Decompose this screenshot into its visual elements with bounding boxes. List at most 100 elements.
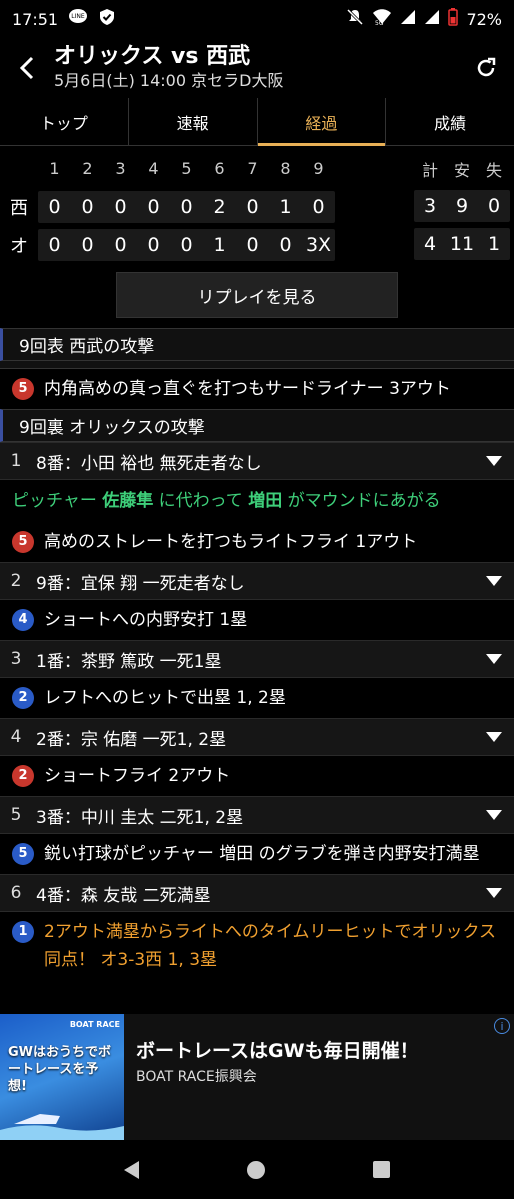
- pc-post: がマウンドにあがる: [282, 491, 441, 511]
- batter-row[interactable]: 5 3番：中川 圭太 二死1, 2塁: [0, 796, 514, 834]
- event-item: 5 高めのストレートを打つもライトフライ 1アウト: [0, 522, 514, 562]
- event-item: 5 内角高めの真っ直ぐを打つもサードライナー 3アウト: [0, 369, 514, 409]
- inning-score: 0: [180, 233, 193, 256]
- tab-live[interactable]: 速報: [129, 98, 258, 145]
- batter-order: 2: [10, 571, 22, 591]
- caret-down-icon: [486, 888, 502, 898]
- boat-illustration: [0, 1114, 124, 1140]
- event-text: ショートへの内野安打 1塁: [44, 610, 248, 630]
- event-text: 2アウト満塁からライトへのタイムリーヒットでオリックス同点！ オ3-3西 1, …: [44, 922, 496, 970]
- score-row-home: オ 0 0 0 0 0 1 0 0 3X: [0, 228, 335, 261]
- team-name-home: オ: [10, 235, 28, 257]
- batter-info: 4番：森 友哉 二死満塁: [36, 885, 211, 906]
- inning-number: 2: [82, 159, 93, 178]
- signal-icon-2: [424, 9, 440, 29]
- status-bar: 17:51 LINE 5G 72%: [0, 0, 514, 38]
- pc-new-pitcher: 増田: [248, 491, 283, 511]
- batter-row[interactable]: 2 9番：宜保 翔 一死走者なし: [0, 562, 514, 600]
- line-app-icon: LINE: [68, 8, 88, 30]
- inning-header-row: 1 2 3 4 5 6 7 8 9: [0, 152, 335, 185]
- inning-score: 0: [246, 195, 259, 218]
- expand-button[interactable]: [474, 888, 514, 898]
- event-text: 高めのストレートを打つもライトフライ 1アウト: [44, 532, 418, 552]
- ball-count-badge: 1: [12, 921, 34, 943]
- rhe-header: 安: [453, 160, 470, 180]
- mute-icon: [346, 8, 364, 30]
- inning-score: 1: [279, 195, 292, 218]
- expand-button[interactable]: [474, 732, 514, 742]
- collapsed-strip: [0, 361, 514, 369]
- inning-score: 3X: [305, 233, 332, 256]
- rhe-header: 計: [421, 160, 438, 180]
- pc-mid: に代わって: [153, 491, 249, 511]
- line-icon-text: LINE: [71, 13, 85, 20]
- back-button[interactable]: [0, 38, 54, 98]
- batter-info: 3番：中川 圭太 二死1, 2塁: [36, 807, 244, 828]
- inning-number: 7: [247, 159, 258, 178]
- event-item: 2 レフトへのヒットで出塁 1, 2塁: [0, 678, 514, 718]
- refresh-icon: [477, 57, 496, 77]
- inning-score: 0: [48, 233, 61, 256]
- rhe-away: 390: [414, 190, 510, 222]
- network-label: 5G: [375, 20, 384, 26]
- tab-top[interactable]: トップ: [0, 98, 129, 145]
- batter-row[interactable]: 1 8番：小田 裕也 無死走者なし: [0, 442, 514, 480]
- event-item-highlight: 1 2アウト満塁からライトへのタイムリーヒットでオリックス同点！ オ3-3西 1…: [0, 912, 514, 980]
- refresh-button[interactable]: [458, 38, 514, 98]
- expand-button[interactable]: [474, 576, 514, 586]
- inning-score: 0: [279, 233, 292, 256]
- batter-row[interactable]: 4 2番：宗 佑磨 一死1, 2塁: [0, 718, 514, 756]
- ball-count-badge: 5: [12, 531, 34, 553]
- inning-number: 9: [313, 159, 324, 178]
- ball-count-badge: 2: [12, 687, 34, 709]
- replay-button[interactable]: リプレイを見る: [116, 272, 398, 318]
- expand-button[interactable]: [474, 456, 514, 466]
- rhe-value: 1: [487, 233, 501, 255]
- inning-score: 2: [213, 195, 226, 218]
- event-text: 内角高めの真っ直ぐを打つもサードライナー 3アウト: [44, 379, 451, 399]
- ball-count-badge: 5: [12, 378, 34, 400]
- ball-count-badge: 4: [12, 609, 34, 631]
- pitcher-change-notice: ピッチャー 佐藤隼 に代わって 増田 がマウンドにあがる: [0, 480, 514, 522]
- scoreboard: 123456789 計安失 西 000002010 390 オ 00000100…: [0, 152, 514, 264]
- shield-icon: [98, 8, 116, 30]
- tab-stats[interactable]: 成績: [386, 98, 514, 145]
- rhe-header-row: 計安失: [414, 152, 510, 185]
- game-datetime: 5月6日(土) 14:00 京セラD大阪: [54, 71, 284, 90]
- nav-back-icon[interactable]: [124, 1160, 139, 1179]
- inning-score: 0: [48, 195, 61, 218]
- inning-score: 0: [147, 233, 160, 256]
- inning-score: 0: [147, 195, 160, 218]
- ball-count-badge: 5: [12, 843, 34, 865]
- expand-button[interactable]: [474, 810, 514, 820]
- system-nav-bar: [0, 1140, 514, 1199]
- nav-home-icon[interactable]: [247, 1160, 265, 1179]
- ad-banner[interactable]: BOAT RACE GWはおうちでボートレースを予想! ボートレースはGWも毎日…: [0, 1014, 514, 1140]
- status-time: 17:51: [12, 9, 59, 29]
- rhe-header: 失: [485, 160, 502, 180]
- rhe-value: 0: [487, 195, 501, 217]
- batter-order: 3: [10, 649, 22, 669]
- app-header: オリックス vs 西武 5月6日(土) 14:00 京セラD大阪: [0, 38, 514, 98]
- rhe-home: 4 11 1: [414, 228, 510, 260]
- signal-icon: [400, 9, 416, 29]
- caret-down-icon: [486, 654, 502, 664]
- rhe-value: 9: [455, 195, 469, 217]
- ad-info-icon[interactable]: i: [494, 1018, 510, 1034]
- rhe-value: 11: [449, 233, 475, 255]
- nav-recents-icon[interactable]: [373, 1161, 390, 1178]
- tab-progress[interactable]: 経過: [257, 98, 387, 146]
- expand-button[interactable]: [474, 654, 514, 664]
- page-title: オリックス vs 西武: [54, 44, 251, 69]
- caret-down-icon: [486, 810, 502, 820]
- pc-pre: ピッチャー: [12, 491, 103, 511]
- batter-row[interactable]: 3 1番：茶野 篤政 一死1塁: [0, 640, 514, 678]
- ad-image[interactable]: BOAT RACE GWはおうちでボートレースを予想!: [0, 1014, 124, 1140]
- batter-order: 1: [10, 451, 22, 471]
- inning-score: 0: [114, 195, 127, 218]
- batter-row[interactable]: 6 4番：森 友哉 二死満塁: [0, 874, 514, 912]
- caret-down-icon: [486, 576, 502, 586]
- team-name-away: 西: [10, 197, 28, 219]
- event-text: ショートフライ 2アウト: [44, 766, 231, 786]
- inning-score: 0: [312, 195, 325, 218]
